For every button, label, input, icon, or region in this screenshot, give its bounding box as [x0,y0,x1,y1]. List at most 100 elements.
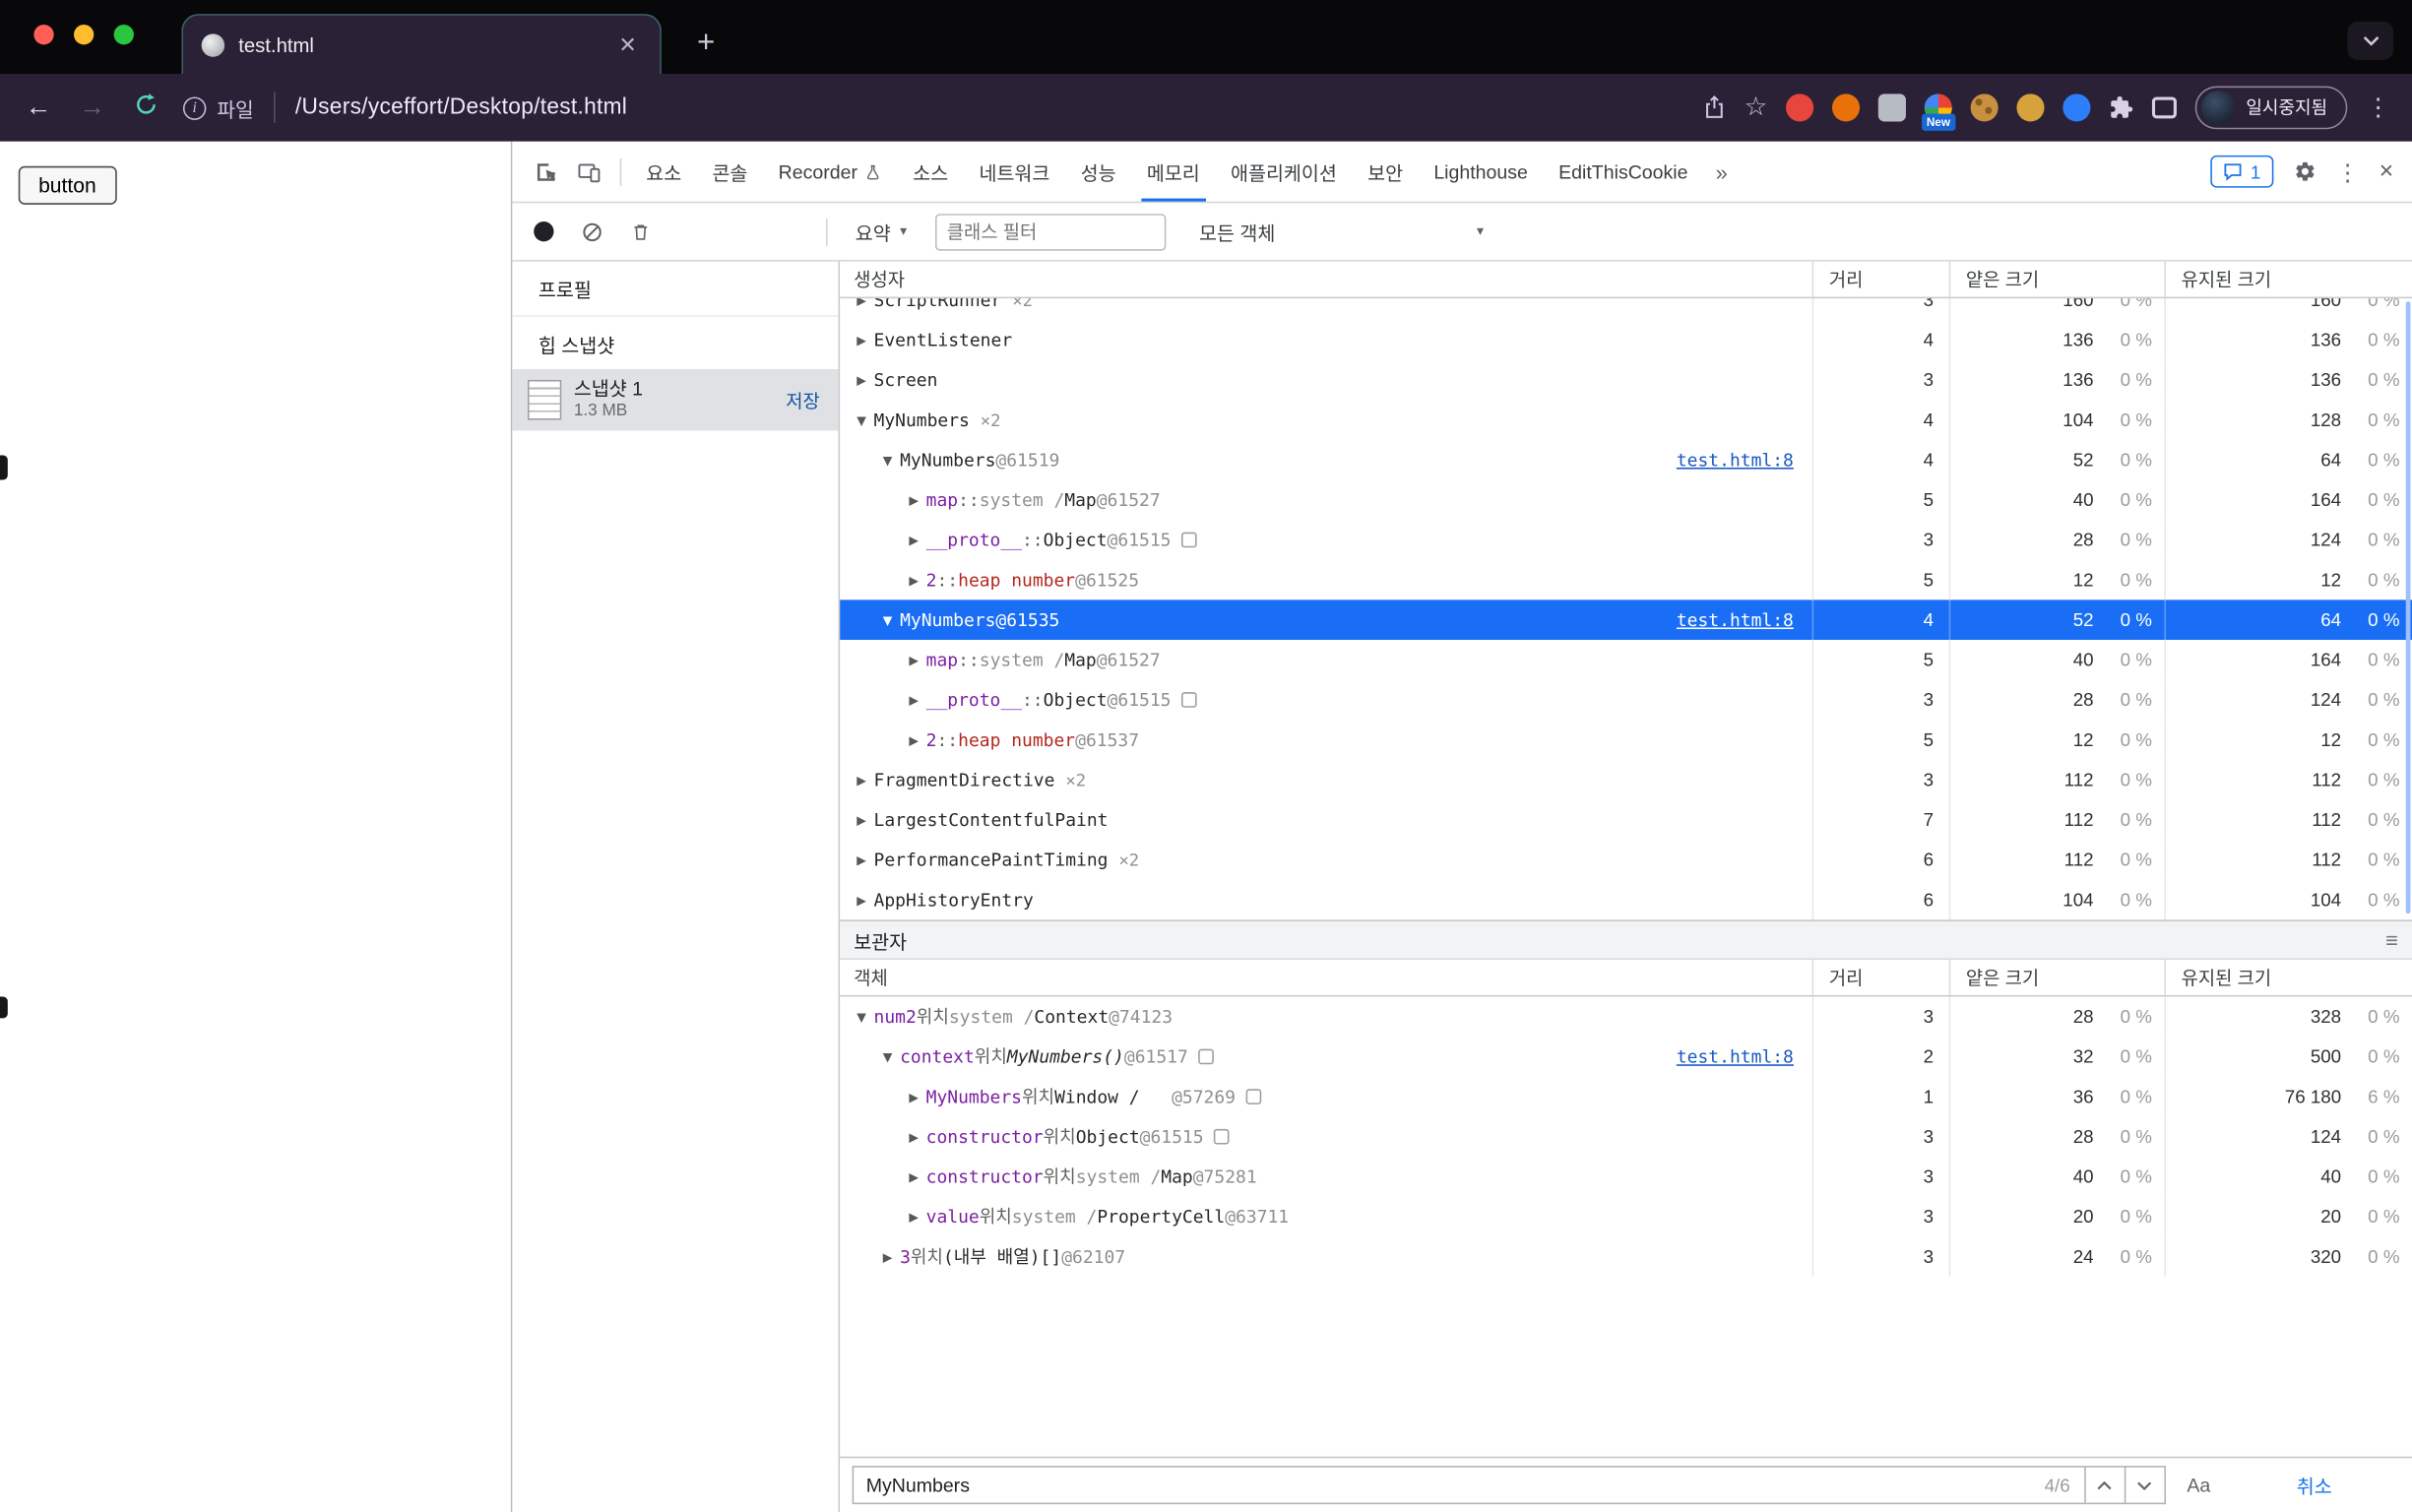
profile-chip[interactable]: 일시중지됨 [2194,86,2348,130]
side-panel-icon[interactable] [2152,96,2178,119]
tab-search-button[interactable] [2347,21,2394,60]
collapse-arrow-icon[interactable]: ▼ [875,453,900,467]
devtools-tab-EditThisCookie[interactable]: EditThisCookie [1544,142,1704,202]
devtools-menu-icon[interactable]: ⋮ [2336,158,2359,186]
inspect-element-button[interactable] [525,152,568,192]
constructor-row[interactable]: ▶ __proto__ :: Object @61515 3 28 0 % 124 0 % [840,520,2412,560]
constructor-row[interactable]: ▶ map :: system / Map @61527 5 40 0 % 164 0 % [840,479,2412,521]
constructor-row[interactable]: ▶ ScriptRunner ×2 3 160 0 % 160 0 % [840,298,2412,320]
devtools-tab-성능[interactable]: 성능 [1065,142,1131,202]
constructor-row[interactable]: ▼ MyNumbers ×2 4 104 0 % 128 0 % [840,400,2412,440]
object-scope-dropdown[interactable]: 모든 객체 ▾ [1199,217,1484,246]
expand-arrow-icon[interactable]: ▶ [902,653,926,666]
expand-arrow-icon[interactable]: ▶ [850,852,874,866]
collapse-arrow-icon[interactable]: ▼ [850,1010,874,1024]
column-retained-size[interactable]: 유지된 크기 [2164,261,2412,297]
retainer-row[interactable]: ▶ MyNumbers 위치 Window / @57269 1 36 0 % 76 18… [840,1076,2412,1117]
column-constructor[interactable]: 생성자 [840,262,1812,297]
collapse-arrow-icon[interactable]: ▼ [875,1049,900,1063]
expand-arrow-icon[interactable]: ▶ [850,333,874,346]
url-text[interactable]: /Users/yceffort/Desktop/test.html [295,95,1682,120]
expand-arrow-icon[interactable]: ▶ [902,493,926,507]
browser-menu-icon[interactable]: ⋮ [2366,93,2390,123]
search-previous-button[interactable] [2085,1466,2126,1505]
forward-button[interactable]: → [76,93,109,123]
constructor-row[interactable]: ▶ EventListener 4 136 0 % 136 0 % [840,320,2412,360]
expand-arrow-icon[interactable]: ▶ [902,733,926,747]
record-snapshot-button[interactable] [534,221,554,242]
back-button[interactable]: ← [22,93,55,123]
constructor-row[interactable]: ▶ __proto__ :: Object @61515 3 28 0 % 124 0 % [840,679,2412,721]
search-next-button[interactable] [2125,1466,2166,1505]
constructor-row[interactable]: ▶ map :: system / Map @61527 5 40 0 % 164 0 % [840,640,2412,680]
expand-arrow-icon[interactable]: ▶ [850,773,874,787]
info-icon[interactable] [1181,692,1198,708]
heap-snapshots-group[interactable]: 힙 스냅샷 [512,317,838,369]
expand-arrow-icon[interactable]: ▶ [902,1210,926,1224]
extension-icon[interactable] [2063,94,2091,122]
column-object[interactable]: 객체 [840,960,1812,995]
retainer-row[interactable]: ▶ constructor 위치 Object @61515 3 28 0 % 124 0 … [840,1116,2412,1157]
bookmark-star-icon[interactable]: ☆ [1745,93,1768,123]
close-window-button[interactable] [33,25,54,45]
constructor-row[interactable]: ▶ 2 :: heap number @61537 5 12 0 % 12 0 % [840,720,2412,760]
new-tab-button[interactable]: + [686,23,727,63]
retainer-row[interactable]: ▶ 3 위치 (내부 배열)[] @62107 3 24 0 % 320 0 % [840,1236,2412,1277]
expand-arrow-icon[interactable]: ▶ [902,533,926,546]
expand-arrow-icon[interactable]: ▶ [902,693,926,707]
retainer-row[interactable]: ▶ value 위치 system / PropertyCell @63711 3 2… [840,1196,2412,1237]
delete-button[interactable] [631,220,651,242]
share-button[interactable] [1702,94,1725,120]
devtools-tab-소스[interactable]: 소스 [898,142,964,202]
devtools-tab-보안[interactable]: 보안 [1352,142,1418,202]
devtools-close-button[interactable]: × [2380,158,2394,185]
device-toolbar-button[interactable] [568,152,611,192]
constructor-row[interactable]: ▶ Screen 3 136 0 % 136 0 % [840,359,2412,401]
expand-arrow-icon[interactable]: ▶ [850,813,874,827]
expand-arrow-icon[interactable]: ▶ [902,1090,926,1103]
search-cancel-button[interactable]: 취소 [2297,1471,2332,1500]
view-mode-dropdown[interactable]: 요약 ▾ [856,217,907,246]
issues-button[interactable]: 1 [2210,155,2273,188]
expand-arrow-icon[interactable]: ▶ [850,893,874,907]
more-tabs-button[interactable]: » [1703,159,1740,184]
extension-cookie-icon[interactable] [1970,94,1999,122]
constructor-row[interactable]: ▶ LargestContentfulPaint 7 112 0 % 112 0 % [840,799,2412,841]
column-retained-size[interactable]: 유지된 크기 [2164,960,2412,995]
reload-button[interactable] [129,92,162,124]
clear-profiles-button[interactable] [582,220,603,242]
info-icon[interactable] [1198,1048,1215,1065]
column-distance[interactable]: 거리 [1811,960,1949,995]
search-input[interactable] [854,1474,2045,1496]
constructor-row[interactable]: ▶ AppHistoryEntry 6 104 0 % 104 0 % [840,879,2412,920]
expand-arrow-icon[interactable]: ▶ [902,1130,926,1144]
devtools-tab-Recorder[interactable]: Recorder [763,142,898,202]
info-icon[interactable] [1214,1128,1231,1145]
source-link[interactable]: test.html:8 [1677,449,1812,471]
extension-icon[interactable] [1832,94,1861,122]
snapshot-item[interactable]: 스냅샷 1 1.3 MB 저장 [512,369,839,431]
constructor-row[interactable]: ▶ PerformancePaintTiming ×2 6 112 0 % 112 0 % [840,840,2412,880]
column-distance[interactable]: 거리 [1811,261,1949,297]
scrollbar-thumb[interactable] [2405,301,2411,914]
minimize-window-button[interactable] [74,25,95,45]
extension-icon[interactable]: New [1922,94,1955,131]
extension-icon[interactable] [1877,94,1907,122]
source-link[interactable]: test.html:8 [1677,609,1812,631]
devtools-tab-요소[interactable]: 요소 [631,142,697,202]
info-icon[interactable] [1245,1089,1262,1104]
extensions-puzzle-icon[interactable] [2109,95,2133,120]
devtools-tab-네트워크[interactable]: 네트워크 [964,142,1065,202]
expand-arrow-icon[interactable]: ▶ [902,1169,926,1183]
save-snapshot-link[interactable]: 저장 [786,387,820,413]
collapse-arrow-icon[interactable]: ▼ [875,613,900,627]
constructor-row[interactable]: ▼ MyNumbers @61535 test.html:8 4 52 0 % 64 0 % [840,599,2412,640]
site-info-chip[interactable]: i 파일 [182,94,254,123]
column-shallow-size[interactable]: 얕은 크기 [1948,261,2165,297]
retainer-row[interactable]: ▶ constructor 위치 system / Map @75281 3 40 0 … [840,1157,2412,1197]
expand-arrow-icon[interactable]: ▶ [875,1250,900,1264]
constructor-row[interactable]: ▶ FragmentDirective ×2 3 112 0 % 112 0 % [840,759,2412,800]
source-link[interactable]: test.html:8 [1677,1046,1812,1068]
match-case-button[interactable]: Aa [2187,1475,2210,1496]
settings-gear-button[interactable] [2293,160,2316,183]
